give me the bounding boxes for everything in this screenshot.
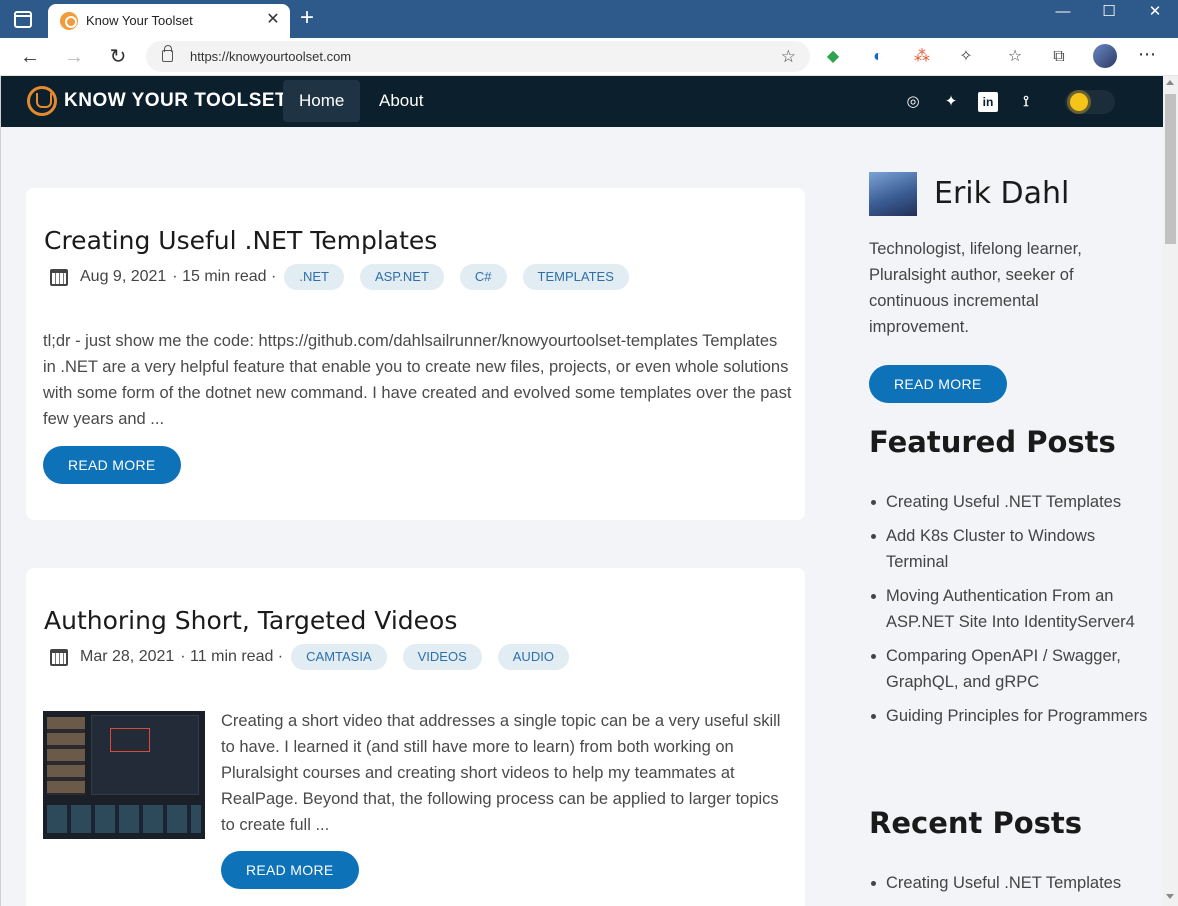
read-more-button[interactable]: READ MORE: [43, 446, 181, 484]
thumbnail-highlight: [110, 728, 150, 752]
post-date: Aug 9, 2021: [80, 268, 167, 285]
close-window-button[interactable]: ✕: [1132, 2, 1178, 24]
tab-actions-icon[interactable]: [14, 11, 32, 28]
tag-audio[interactable]: AUDIO: [497, 644, 569, 670]
forward-button[interactable]: →: [60, 43, 88, 71]
theme-toggle[interactable]: [1065, 90, 1115, 114]
post-meta: Mar 28, 2021 · 11 min read · CAMTASIA VI…: [50, 644, 569, 670]
post-excerpt: Creating a short video that addresses a …: [221, 712, 781, 834]
site-navbar: KNOW YOUR TOOLSET Home About ◎ ✦ in ⟟: [1, 76, 1163, 127]
back-button[interactable]: ←: [16, 43, 44, 71]
thumbnail-editor-pane: [91, 715, 199, 795]
calendar-icon: [50, 648, 68, 666]
more-menu-icon[interactable]: ⋯: [1138, 44, 1157, 65]
minimize-button[interactable]: —: [1040, 2, 1086, 24]
post-read-time: · 15 min read ·: [172, 268, 277, 285]
sidebar: Erik Dahl Technologist, lifelong learner…: [837, 127, 1163, 906]
browser-titlebar: Know Your Toolset ✕ + — ☐ ✕: [0, 0, 1178, 38]
twitter-icon[interactable]: ✦: [941, 92, 961, 112]
thumbnail-timeline: [47, 805, 201, 833]
post-thumbnail[interactable]: [43, 711, 205, 839]
browser-toolbar: ← → ↻ https://knowyourtoolset.com ☆ ◆ ◐ …: [0, 38, 1178, 76]
new-tab-button[interactable]: +: [296, 6, 318, 30]
collections-icon[interactable]: ⧉: [1048, 46, 1070, 68]
site-logo-text[interactable]: KNOW YOUR TOOLSET: [64, 90, 287, 112]
thumbnail-media-pane: [47, 717, 85, 795]
close-tab-icon[interactable]: ✕: [264, 11, 282, 29]
tag-aspnet[interactable]: ASP.NET: [359, 264, 444, 290]
page-viewport: KNOW YOUR TOOLSET Home About ◎ ✦ in ⟟ Cr…: [0, 76, 1163, 906]
puzzle-icon[interactable]: ✧: [955, 46, 977, 68]
post-meta: Aug 9, 2021 · 15 min read · .NET ASP.NET…: [50, 264, 629, 290]
tag-templates[interactable]: TEMPLATES: [522, 264, 629, 290]
featured-posts-list: Creating Useful .NET Templates Add K8s C…: [869, 489, 1154, 737]
featured-post-link[interactable]: Moving Authentication From an ASP.NET Si…: [869, 583, 1154, 635]
address-bar[interactable]: https://knowyourtoolset.com ☆: [146, 41, 810, 72]
scroll-up-arrow-icon[interactable]: [1166, 80, 1174, 85]
lock-icon[interactable]: [162, 45, 173, 62]
logo-icon[interactable]: [27, 86, 57, 116]
nav-home[interactable]: Home: [283, 80, 361, 122]
add-favorite-icon[interactable]: ☆: [781, 47, 796, 67]
tag-videos[interactable]: VIDEOS: [402, 644, 482, 670]
recent-posts-list: Creating Useful .NET Templates: [869, 870, 1154, 904]
post-title[interactable]: Authoring Short, Targeted Videos: [44, 606, 457, 635]
scroll-down-arrow-icon[interactable]: [1166, 894, 1174, 899]
url-text[interactable]: https://knowyourtoolset.com: [190, 49, 351, 64]
linkedin-icon[interactable]: in: [978, 92, 998, 112]
featured-posts-heading: Featured Posts: [869, 425, 1116, 459]
post-title[interactable]: Creating Useful .NET Templates: [44, 226, 437, 255]
post-card: Authoring Short, Targeted Videos Mar 28,…: [26, 568, 805, 906]
nav-about[interactable]: About: [363, 80, 439, 122]
maximize-button[interactable]: ☐: [1086, 2, 1132, 24]
scroll-thumb[interactable]: [1165, 94, 1176, 244]
site-favicon-icon: [60, 12, 78, 30]
about-read-more-button[interactable]: READ MORE: [869, 365, 1007, 403]
github-icon[interactable]: ◎: [903, 92, 923, 112]
network-icon[interactable]: ⁂: [911, 46, 933, 68]
post-card: Creating Useful .NET Templates Aug 9, 20…: [26, 188, 805, 520]
post-read-time: · 11 min read ·: [180, 648, 284, 665]
rss-icon[interactable]: ⟟: [1016, 92, 1036, 112]
tag-dotnet[interactable]: .NET: [284, 264, 344, 290]
featured-post-link[interactable]: Add K8s Cluster to Windows Terminal: [869, 523, 1154, 575]
read-more-button[interactable]: READ MORE: [221, 851, 359, 889]
tag-csharp[interactable]: C#: [459, 264, 507, 290]
refresh-button[interactable]: ↻: [104, 43, 132, 71]
featured-post-link[interactable]: Creating Useful .NET Templates: [869, 489, 1154, 515]
favorites-icon[interactable]: ☆: [1004, 46, 1026, 68]
featured-post-link[interactable]: Guiding Principles for Programmers: [869, 703, 1154, 729]
post-excerpt: tl;dr - just show me the code: https://g…: [43, 332, 792, 428]
featured-post-link[interactable]: Comparing OpenAPI / Swagger, GraphQL, an…: [869, 643, 1154, 695]
author-bio: Technologist, lifelong learner, Pluralsi…: [869, 240, 1082, 336]
browser-tab[interactable]: Know Your Toolset ✕: [48, 4, 290, 38]
recent-post-link[interactable]: Creating Useful .NET Templates: [869, 870, 1154, 896]
tag-camtasia[interactable]: CAMTASIA: [291, 644, 387, 670]
color-wheel-icon[interactable]: ◆: [822, 46, 844, 68]
author-name: Erik Dahl: [934, 176, 1070, 211]
calendar-icon: [50, 268, 68, 286]
recent-posts-heading: Recent Posts: [869, 806, 1083, 840]
post-date: Mar 28, 2021: [80, 648, 175, 665]
page-scrollbar[interactable]: [1163, 76, 1178, 906]
tab-title: Know Your Toolset: [86, 13, 193, 28]
sun-icon: [1070, 93, 1088, 111]
author-avatar: [869, 172, 917, 216]
tracker-icon[interactable]: ◐: [867, 46, 889, 68]
profile-avatar[interactable]: [1093, 44, 1117, 68]
